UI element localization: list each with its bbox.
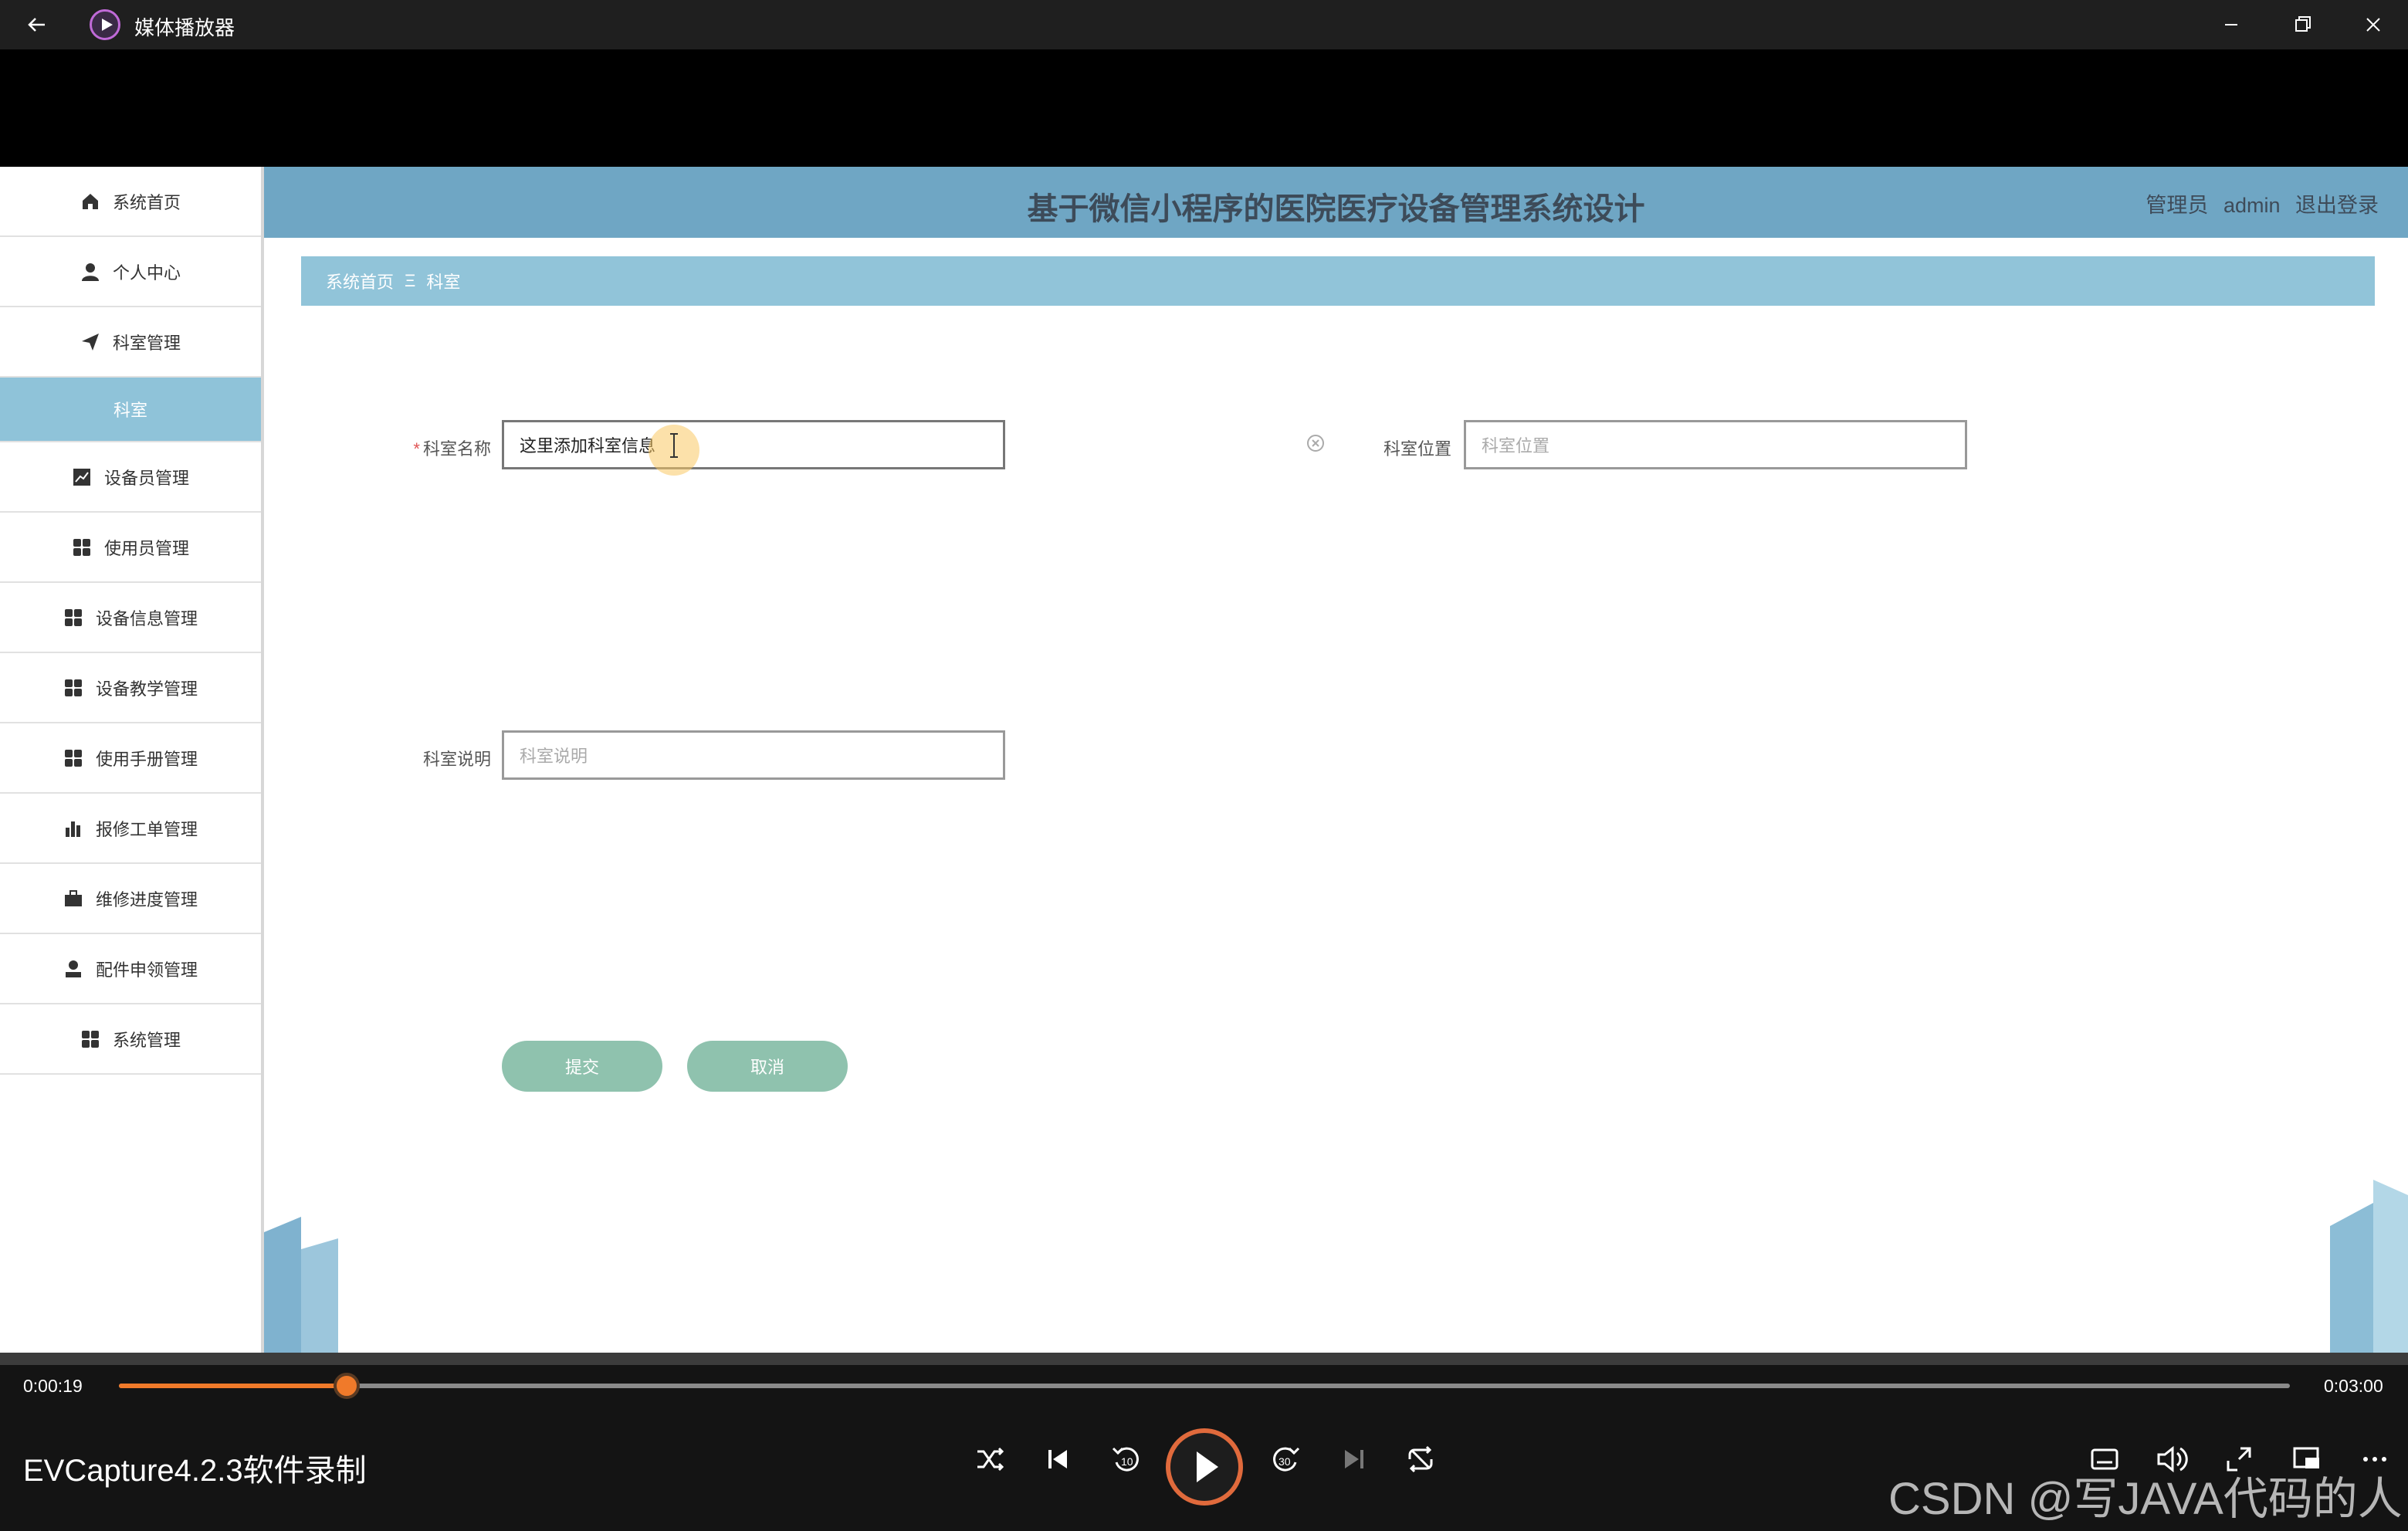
seek-bar[interactable] [119,1373,2290,1399]
chart-icon [73,468,90,486]
grid-icon [64,679,82,696]
dept-location-label: 科室位置 [1383,439,1451,459]
user-role: 管理员 [2146,194,2209,217]
page-title: 基于微信小程序的医院医疗设备管理系统设计 [1027,192,1645,226]
dept-desc-input[interactable]: 科室说明 [502,730,1005,780]
sidebar-item-device-info[interactable]: 设备信息管理 [0,583,261,653]
sidebar-item-label: 使用手册管理 [95,749,198,769]
clear-circle-icon[interactable] [1306,434,1325,452]
sidebar-item-label: 设备信息管理 [95,608,198,628]
sidebar-item-parts-request[interactable]: 配件申领管理 [0,934,261,1004]
play-icon [1197,1451,1218,1482]
sidebar-item-label: 个人中心 [112,263,181,283]
grid-icon [73,538,90,556]
svg-text:30: 30 [1279,1455,1291,1468]
sidebar-item-user-staff[interactable]: 使用员管理 [0,513,261,583]
grid-icon [81,1030,99,1048]
seek-bar-thumb[interactable] [334,1373,361,1399]
forward-30-icon[interactable]: 30 [1266,1439,1306,1479]
sidebar-item-repair-progress[interactable]: 维修进度管理 [0,864,261,934]
required-mark: * [413,439,420,459]
sidebar-item-label: 系统管理 [112,1030,181,1050]
breadcrumb-home[interactable]: 系统首页 [326,269,394,293]
video-letterbox [0,49,2408,167]
user-area: 管理员 admin 退出登录 [2136,188,2379,218]
home-icon [82,193,98,209]
briefcase-icon [64,889,82,906]
close-icon[interactable] [2356,8,2390,42]
dept-name-label-text: 科室名称 [422,439,491,459]
seek-bar-progress [119,1384,347,1388]
play-button[interactable] [1166,1428,1243,1506]
text-cursor-icon [670,433,678,458]
sidebar-item-repair-orders[interactable]: 报修工单管理 [0,794,261,864]
decorative-buildings-left [264,1217,338,1353]
window-title-bar: 媒体播放器 [0,0,2408,49]
sidebar-item-device-staff[interactable]: 设备员管理 [0,442,261,513]
sidebar-subitem-dept[interactable]: 科室 [0,378,261,442]
sidebar-item-device-teaching[interactable]: 设备教学管理 [0,653,261,723]
cancel-button[interactable]: 取消 [687,1041,848,1092]
sidebar: 系统首页 个人中心 科室管理 科室 设备员管理 使用员管理 设备信息管理 设备教… [0,167,264,1353]
rewind-10-icon[interactable]: 10 [1106,1439,1146,1479]
sidebar-item-label: 维修进度管理 [95,889,198,909]
dept-name-label: * 科室名称 [371,435,491,460]
grid-icon [64,749,82,767]
player-top-strip [0,1353,2408,1365]
repeat-icon[interactable] [1400,1439,1441,1479]
back-arrow-icon[interactable] [22,9,52,40]
capture-software-label: EVCapture4.2.3软件录制 [23,1454,367,1488]
sidebar-item-label: 设备员管理 [103,468,189,488]
current-time: 0:00:19 [23,1376,83,1396]
dept-desc-placeholder: 科室说明 [520,747,588,766]
dept-name-value: 这里添加科室信息 [520,436,656,456]
maximize-icon[interactable] [2285,8,2319,42]
dept-name-input[interactable]: 这里添加科室信息 [502,420,1005,469]
logout-link[interactable]: 退出登录 [2295,194,2379,217]
sidebar-item-system[interactable]: 系统管理 [0,1004,261,1075]
sidebar-item-label: 科室管理 [112,333,181,353]
sidebar-item-label: 配件申领管理 [95,960,198,980]
breadcrumb-separator: Ξ [405,271,416,290]
sidebar-item-dept-management[interactable]: 科室管理 [0,307,261,378]
shuffle-icon[interactable] [970,1439,1010,1479]
sidebar-item-profile[interactable]: 个人中心 [0,237,261,307]
window-title: 媒体播放器 [134,16,235,39]
app-header: 基于微信小程序的医院医疗设备管理系统设计 管理员 admin 退出登录 [264,167,2408,238]
dept-location-placeholder: 科室位置 [1482,436,1550,456]
grid-icon [64,608,82,626]
breadcrumb: 系统首页 Ξ 科室 [301,256,2375,306]
sidebar-item-label: 科室 [113,401,147,420]
sidebar-item-label: 报修工单管理 [95,819,198,839]
user-name: admin [2223,194,2281,217]
media-player-controls: 0:00:19 0:03:00 EVCapture4.2.3软件录制 10 30 [0,1353,2408,1531]
sidebar-item-label: 设备教学管理 [95,679,198,699]
previous-icon[interactable] [1038,1439,1078,1479]
csdn-watermark: CSDN @写JAVA代码的人 [1888,1474,2403,1524]
svg-text:10: 10 [1121,1455,1133,1468]
video-frame: 系统首页 个人中心 科室管理 科室 设备员管理 使用员管理 设备信息管理 设备教… [0,167,2408,1353]
media-player-icon [90,9,120,40]
minimize-icon[interactable] [2214,8,2248,42]
sidebar-item-manual[interactable]: 使用手册管理 [0,723,261,794]
total-time: 0:03:00 [2324,1376,2383,1396]
next-icon[interactable] [1334,1439,1374,1479]
decorative-buildings-right [2330,1180,2408,1353]
dept-desc-label: 科室说明 [422,750,491,769]
person-icon [65,960,81,977]
dept-location-input[interactable]: 科室位置 [1464,420,1967,469]
sidebar-item-label: 使用员管理 [103,538,189,558]
sidebar-item-label: 系统首页 [112,192,181,212]
bar-chart-icon [65,821,80,837]
breadcrumb-current: 科室 [426,273,461,292]
send-icon [81,333,99,351]
sidebar-item-home[interactable]: 系统首页 [0,167,261,237]
user-icon [81,263,99,281]
submit-button[interactable]: 提交 [502,1041,662,1092]
